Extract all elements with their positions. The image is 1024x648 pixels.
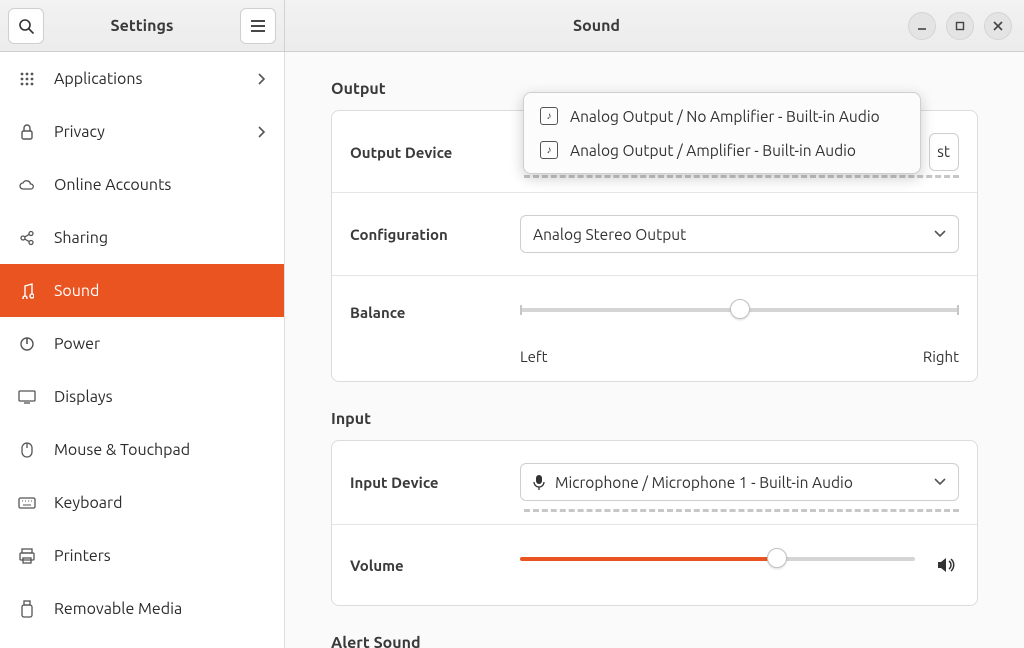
maximize-button[interactable] <box>946 12 974 40</box>
maximize-icon <box>955 21 965 31</box>
microphone-icon <box>533 474 545 490</box>
titlebar: Settings Sound <box>0 0 1024 52</box>
option-label: Analog Output / Amplifier - Built-in Aud… <box>570 142 856 159</box>
share-icon <box>18 230 36 246</box>
alert-section-title: Alert Sound <box>331 634 978 648</box>
configuration-label: Configuration <box>350 226 520 243</box>
minimize-button[interactable] <box>908 12 936 40</box>
keyboard-icon <box>18 497 36 509</box>
sidebar-item-removable-media[interactable]: Removable Media <box>0 582 284 635</box>
input-device-value: Microphone / Microphone 1 - Built-in Aud… <box>555 474 853 491</box>
sidebar-item-label: Keyboard <box>54 494 122 512</box>
usb-icon <box>18 600 36 618</box>
test-speakers-button[interactable]: st <box>929 133 959 171</box>
configuration-combo[interactable]: Analog Stereo Output <box>520 215 959 253</box>
lock-icon <box>18 124 36 140</box>
page-title: Sound <box>285 17 908 35</box>
sidebar-item-label: Printers <box>54 547 111 565</box>
chevron-down-icon <box>934 478 946 486</box>
balance-slider[interactable] <box>520 298 959 334</box>
sidebar-item-label: Displays <box>54 388 113 406</box>
option-label: Analog Output / No Amplifier - Built-in … <box>570 108 880 125</box>
hamburger-icon <box>250 19 266 33</box>
titlebar-settings-label: Settings <box>50 17 234 35</box>
sidebar-item-label: Mouse & Touchpad <box>54 441 190 459</box>
titlebar-left: Settings <box>0 0 285 51</box>
input-panel: Input Device Microphone / Microphone 1 -… <box>331 440 978 606</box>
balance-left-label: Left <box>520 348 548 365</box>
audio-card-icon: ♪ <box>540 107 558 125</box>
input-volume-slider[interactable] <box>520 547 915 583</box>
power-icon <box>18 336 36 352</box>
search-button[interactable] <box>8 8 44 44</box>
configuration-row: Configuration Analog Stereo Output <box>332 192 977 275</box>
output-device-option[interactable]: ♪ Analog Output / Amplifier - Built-in A… <box>524 133 920 167</box>
output-device-label: Output Device <box>350 144 520 161</box>
sidebar-item-label: Sharing <box>54 229 108 247</box>
sidebar-item-applications[interactable]: Applications <box>0 52 284 105</box>
chevron-right-icon <box>258 73 266 85</box>
sidebar-item-label: Power <box>54 335 100 353</box>
sidebar-item-mouse-touchpad[interactable]: Mouse & Touchpad <box>0 423 284 476</box>
settings-window: Settings Sound Applications <box>0 0 1024 648</box>
sidebar-item-printers[interactable]: Printers <box>0 529 284 582</box>
sidebar-item-label: Removable Media <box>54 600 182 618</box>
sidebar-item-label: Applications <box>54 70 142 88</box>
sidebar-item-privacy[interactable]: Privacy <box>0 105 284 158</box>
output-device-dropdown: ♪ Analog Output / No Amplifier - Built-i… <box>523 92 921 174</box>
hamburger-button[interactable] <box>240 8 276 44</box>
input-volume-row: Volume <box>332 524 977 605</box>
close-icon <box>993 21 1003 31</box>
cloud-icon <box>18 179 36 191</box>
output-device-option[interactable]: ♪ Analog Output / No Amplifier - Built-i… <box>524 99 920 133</box>
input-device-row: Input Device Microphone / Microphone 1 -… <box>332 441 977 523</box>
balance-right-label: Right <box>923 348 959 365</box>
minimize-icon <box>917 21 927 31</box>
display-icon <box>18 390 36 404</box>
sidebar-item-sharing[interactable]: Sharing <box>0 211 284 264</box>
sidebar-item-label: Sound <box>54 282 99 300</box>
sidebar-item-label: Online Accounts <box>54 176 171 194</box>
music-icon <box>18 283 36 299</box>
mouse-icon <box>18 442 36 458</box>
balance-row: Balance Left Right <box>332 275 977 381</box>
input-device-label: Input Device <box>350 474 520 491</box>
printer-icon <box>18 548 36 564</box>
sidebar-item-displays[interactable]: Displays <box>0 370 284 423</box>
input-section-title: Input <box>331 410 978 428</box>
chevron-right-icon <box>258 126 266 138</box>
balance-label: Balance <box>350 298 520 321</box>
sidebar-item-online-accounts[interactable]: Online Accounts <box>0 158 284 211</box>
grid-icon <box>18 72 36 86</box>
sidebar-item-sound[interactable]: Sound <box>0 264 284 317</box>
input-volume-label: Volume <box>350 557 520 574</box>
sidebar-item-power[interactable]: Power <box>0 317 284 370</box>
input-device-combo[interactable]: Microphone / Microphone 1 - Built-in Aud… <box>520 463 959 501</box>
configuration-value: Analog Stereo Output <box>533 226 686 243</box>
window-controls <box>908 12 1024 40</box>
search-icon <box>18 18 34 34</box>
chevron-down-icon <box>934 230 946 238</box>
close-button[interactable] <box>984 12 1012 40</box>
audio-card-icon: ♪ <box>540 141 558 159</box>
sidebar-item-label: Privacy <box>54 123 105 141</box>
speaker-icon <box>937 557 959 573</box>
sidebar-item-keyboard[interactable]: Keyboard <box>0 476 284 529</box>
sidebar: Applications Privacy Online Accounts <box>0 52 285 648</box>
